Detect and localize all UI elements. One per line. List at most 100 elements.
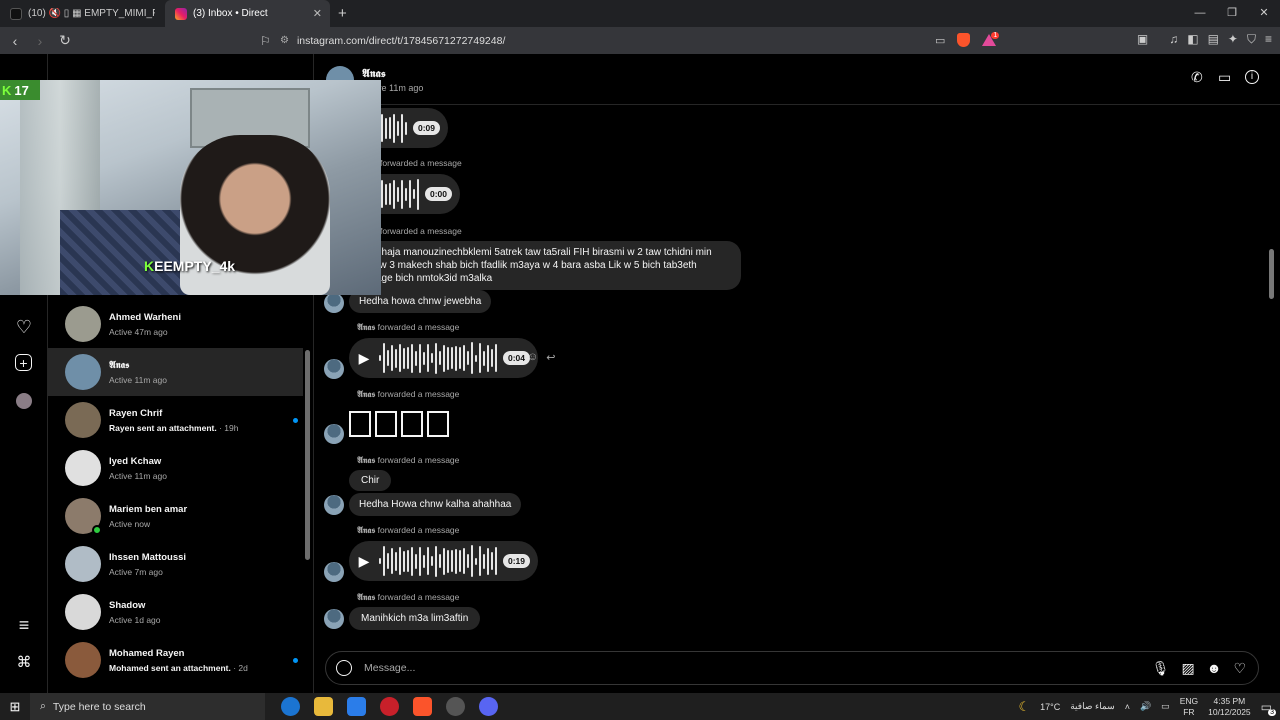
tab-tiktok[interactable]: (10) 🔇 ▯ ▦ EMPTY_MIMI_FANO ▦ 🔇: [0, 0, 165, 27]
conversation-item[interactable]: Ahmed Warheni Active 47m ago: [48, 300, 303, 348]
menu-icon[interactable]: ≡: [1265, 32, 1272, 47]
emoji-icon[interactable]: [336, 660, 352, 676]
network-icon[interactable]: ▭: [1161, 701, 1170, 712]
brave-rewards-icon[interactable]: 1: [982, 32, 1000, 46]
conversation-item[interactable]: Shadow Active 1d ago: [48, 588, 303, 636]
sender-avatar[interactable]: [324, 359, 344, 379]
emoji-message[interactable]: [349, 411, 449, 437]
chat-scrollbar[interactable]: [1269, 249, 1274, 299]
video-icon[interactable]: ▭: [1218, 70, 1232, 84]
message-input[interactable]: Message...: [364, 662, 415, 674]
forward-button[interactable]: ›: [30, 33, 50, 49]
waveform-bar: [385, 183, 387, 205]
waveform-bar: [487, 547, 489, 575]
waveform-bar: [495, 547, 497, 575]
forward-text: forwarded a message: [377, 592, 460, 602]
heart-icon[interactable]: ♡: [14, 317, 34, 337]
profile-avatar[interactable]: [16, 393, 32, 409]
brave-icon[interactable]: [413, 697, 432, 716]
maximize-button[interactable]: ❐: [1216, 0, 1248, 27]
text-message[interactable]: Chir: [349, 470, 392, 491]
weather-text[interactable]: سماء صافية: [1070, 701, 1114, 712]
site-info-icon[interactable]: ⚙: [280, 35, 289, 46]
clock[interactable]: 4:35 PM 10/12/2025: [1208, 696, 1251, 718]
chevron-up-icon[interactable]: ˄: [1125, 702, 1130, 712]
brave-shield-icon[interactable]: [957, 33, 971, 47]
forward-label: 𝕬𝖓𝖆𝖘 forwarded a message: [357, 592, 459, 603]
address-bar[interactable]: ⚐ ⚙ instagram.com/direct/t/1784567127274…: [260, 31, 1002, 50]
store-icon[interactable]: [347, 697, 366, 716]
preview-text: Mohamed sent an attachment.: [109, 662, 231, 673]
weather-temp[interactable]: 17°C: [1040, 702, 1060, 712]
media-icon[interactable]: ♫: [1169, 32, 1178, 47]
text-message[interactable]: Manihkich m3a lim3aftin: [349, 607, 481, 630]
conversation-item[interactable]: Ihssen Mattoussi Active 7m ago: [48, 540, 303, 588]
microphone-icon[interactable]: 🎙: [1152, 660, 1170, 677]
conversation-item[interactable]: Rayen Chrif Rayen sent an attachment. · 1…: [48, 396, 303, 444]
waveform-bar: [393, 113, 395, 143]
screenshot-icon[interactable]: ▣: [1137, 32, 1148, 47]
file-explorer-icon[interactable]: [314, 697, 333, 716]
vpn-icon[interactable]: ⛉: [1247, 32, 1256, 47]
sender-avatar[interactable]: [324, 609, 344, 629]
sender-avatar[interactable]: [324, 562, 344, 582]
preview-text: Active now: [109, 518, 151, 529]
forward-label: forwarded a message: [380, 158, 462, 168]
message-composer[interactable]: Message... 🎙 ▨ ☻ ♡: [325, 651, 1259, 685]
new-tab-button[interactable]: +: [338, 5, 347, 22]
conversation-preview: Active 1d ago: [109, 615, 161, 625]
sidebar-icon[interactable]: ◧: [1187, 32, 1198, 47]
close-tab-icon[interactable]: ✕: [313, 7, 322, 20]
wallet-icon[interactable]: ▤: [1208, 32, 1219, 47]
react-icon[interactable]: ☺: [527, 351, 538, 364]
play-icon[interactable]: ▶: [355, 552, 373, 570]
leo-icon[interactable]: ✦: [1228, 32, 1238, 47]
phone-icon[interactable]: ✆: [1191, 70, 1205, 84]
missing-glyph: [427, 411, 449, 437]
waveform-bar: [415, 553, 417, 569]
conversation-item[interactable]: Iyed Kchaw Active 11m ago: [48, 444, 303, 492]
voice-message[interactable]: ▶ 0:19: [349, 541, 539, 581]
bookmark-icon[interactable]: ⚐: [260, 34, 271, 48]
language-indicator[interactable]: ENG FR: [1180, 696, 1198, 718]
sender-avatar[interactable]: [324, 293, 344, 313]
reply-icon[interactable]: ↩: [546, 351, 555, 364]
sticker-icon[interactable]: ☻: [1207, 660, 1222, 677]
info-icon[interactable]: i: [1245, 70, 1259, 84]
notification-icon[interactable]: ▭ 3: [1261, 700, 1276, 716]
volume-icon[interactable]: 🔊: [1140, 701, 1151, 712]
reload-button[interactable]: ↻: [55, 32, 75, 49]
conversation-name: Iyed Kchaw: [109, 455, 162, 467]
close-window-button[interactable]: ✕: [1248, 0, 1280, 27]
opera-icon[interactable]: [380, 697, 399, 716]
waveform-bar: [387, 350, 389, 366]
minimize-button[interactable]: —: [1184, 0, 1216, 27]
cast-icon[interactable]: ▭: [935, 34, 945, 47]
windows-start-icon[interactable]: ⊞: [0, 699, 30, 715]
image-icon[interactable]: ▨: [1181, 660, 1194, 677]
text-message[interactable]: el haja manouzinechbklemi 5atrek taw ta5…: [349, 241, 741, 290]
sender-avatar[interactable]: [324, 424, 344, 444]
conversation-preview: Active 11m ago: [109, 375, 167, 385]
more-menu-icon[interactable]: ≡: [14, 615, 34, 635]
tab-label: (3) Inbox • Direct: [193, 8, 268, 19]
play-icon[interactable]: ▶: [355, 349, 373, 367]
threads-icon[interactable]: ⌘: [14, 652, 34, 672]
text-message[interactable]: Hedha Howa chnw kalha ahahhaa: [349, 493, 522, 516]
list-scrollbar[interactable]: [305, 350, 310, 560]
obs-icon[interactable]: [446, 697, 465, 716]
sender-avatar[interactable]: [324, 495, 344, 515]
tab-instagram[interactable]: (3) Inbox • Direct ✕: [165, 0, 330, 27]
voice-message[interactable]: ▶ 0:04: [349, 338, 539, 378]
taskbar-search[interactable]: ⌕ Type here to search: [30, 693, 265, 720]
conversation-text: 𝕬𝖓𝖆𝖘 Active 11m ago: [109, 360, 167, 385]
discord-icon[interactable]: [479, 697, 498, 716]
waveform-bar: [475, 557, 477, 565]
conversation-item[interactable]: Mariem ben amar Active now: [48, 492, 303, 540]
like-icon[interactable]: ♡: [1233, 660, 1246, 677]
conversation-item[interactable]: Mohamed Rayen Mohamed sent an attachment.…: [48, 636, 303, 684]
create-icon[interactable]: +: [15, 354, 32, 371]
back-button[interactable]: ‹: [5, 33, 25, 49]
edge-icon[interactable]: [281, 697, 300, 716]
conversation-item[interactable]: 𝕬𝖓𝖆𝖘 Active 11m ago: [48, 348, 303, 396]
